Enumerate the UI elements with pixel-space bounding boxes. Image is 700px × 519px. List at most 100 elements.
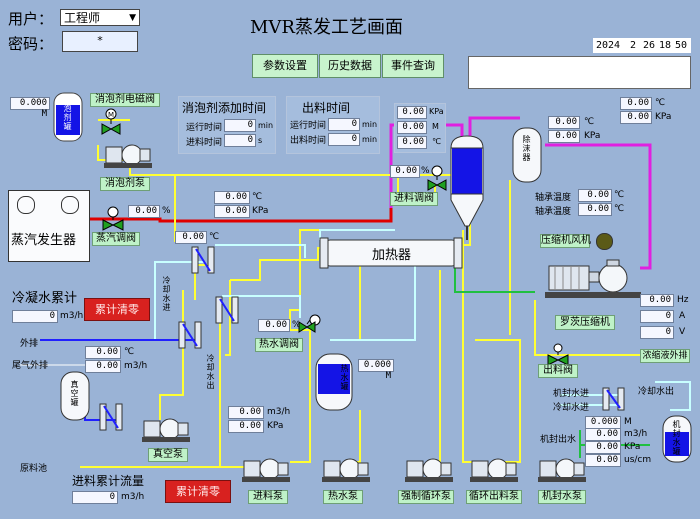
- feed-pump[interactable]: [242, 455, 292, 487]
- demister-pressure-unit: KPa: [584, 131, 601, 141]
- seal-water-pump-label: 机封水泵: [538, 490, 586, 504]
- condensate-clear-button[interactable]: 累计清零: [84, 298, 150, 321]
- tail-gas-label: 尾气外排: [12, 361, 49, 371]
- seal-water-pump[interactable]: [538, 455, 588, 487]
- discharge-run-time-value[interactable]: 0: [328, 118, 360, 131]
- defoamer-feed-time-value[interactable]: 0: [224, 134, 256, 147]
- feed-pump-flow: 0.00: [228, 406, 264, 419]
- steam-pressure: 0.00: [214, 205, 250, 218]
- defoamer-time-title: 消泡剂添加时间: [182, 101, 267, 115]
- top-temp-unit: ℃: [655, 98, 666, 108]
- feed-total-clear-button[interactable]: 累计清零: [165, 480, 231, 503]
- evaporator-pressure: 0.00: [397, 106, 427, 119]
- hot-water-control-valve[interactable]: [297, 312, 325, 338]
- concentrate-discharge-label: 浓缩液外排: [640, 349, 690, 363]
- pipe-yellow-1: [129, 160, 195, 242]
- page-title: MVR蒸发工艺画面: [250, 17, 403, 38]
- date-month: 2: [630, 40, 637, 51]
- vacuum-temp: 0.00: [85, 346, 121, 359]
- circulation-discharge-pump[interactable]: [470, 455, 520, 487]
- compressor-label: 罗茨压缩机: [555, 315, 615, 330]
- hot-water-valve-value: 0.00: [258, 319, 290, 332]
- demister-label: 除沫器: [522, 135, 531, 162]
- vacuum-temp-unit: ℃: [124, 347, 135, 357]
- plate-exchanger-3[interactable]: [175, 320, 205, 350]
- heater-label: 加热器: [372, 248, 412, 263]
- seal-water-flow: 0.00: [585, 428, 621, 441]
- defoamer-feed-time-unit: s: [258, 136, 263, 145]
- cooling-water-out-label: 冷却水出: [206, 354, 215, 390]
- raw-material-tank-label: 原料池: [20, 464, 48, 474]
- plate-exchanger-2[interactable]: [212, 295, 242, 325]
- evaporator-temp: 0.00: [397, 136, 427, 149]
- defoamer-solenoid-valve[interactable]: M: [100, 107, 122, 135]
- vacuum-flow-unit: m3/h: [124, 361, 148, 371]
- seal-water-out-label: 机封出水: [540, 435, 577, 445]
- defoamer-feed-time-label: 进料时间: [186, 138, 223, 148]
- seal-water-pressure: 0.00: [585, 441, 621, 454]
- datetime-display: 2024 2 26 18 50: [593, 38, 691, 53]
- history-data-button[interactable]: 历史数据: [319, 54, 381, 78]
- evaporator-temp-unit: ℃: [432, 137, 441, 146]
- time-hour: 18: [659, 40, 672, 51]
- evaporator-level-unit: M: [432, 122, 439, 131]
- compressor-current-unit: A: [679, 311, 686, 321]
- chevron-down-icon: ▼: [129, 13, 136, 23]
- vacuum-plate-exchanger[interactable]: [96, 402, 126, 432]
- time-minute: 50: [675, 40, 688, 51]
- forced-circulation-pump[interactable]: [405, 455, 455, 487]
- discharge-valve-label: 出料阀: [538, 364, 578, 378]
- hot-water-pump[interactable]: [322, 455, 372, 487]
- vacuum-pump[interactable]: [142, 415, 192, 447]
- defoamer-run-time-unit: min: [258, 121, 274, 130]
- evaporator-vessel[interactable]: [447, 134, 487, 244]
- date-day: 26: [643, 40, 656, 51]
- feed-pump-label: 进料泵: [248, 490, 288, 504]
- vacuum-tank-label: 真空罐: [70, 380, 79, 407]
- compressor-fan-indicator: [596, 233, 613, 250]
- feed-pump-flow-unit: m3/h: [267, 407, 291, 417]
- user-select[interactable]: 工程师 ▼: [60, 9, 140, 26]
- password-field[interactable]: *: [62, 31, 138, 52]
- user-label: 用户：: [8, 10, 54, 28]
- defoamer-tank-level: 0.000 M: [10, 97, 50, 119]
- vacuum-outlet-label: 外排: [20, 339, 39, 349]
- feed-valve-value: 0.00: [390, 165, 420, 178]
- steam-generator[interactable]: 蒸汽发生器: [8, 190, 90, 262]
- param-settings-button[interactable]: 参数设置: [252, 54, 318, 78]
- defoamer-run-time-value[interactable]: 0: [224, 119, 256, 132]
- event-query-button[interactable]: 事件查询: [382, 54, 444, 78]
- steam-control-valve[interactable]: [100, 206, 126, 232]
- message-box: [468, 56, 691, 89]
- discharge-run-time-label: 运行时间: [290, 121, 327, 131]
- roots-compressor[interactable]: [545, 258, 645, 308]
- gauge-icon: [17, 196, 35, 214]
- seal-water-tank-label: 机封水罐: [672, 420, 681, 456]
- svg-text:M: M: [108, 111, 114, 119]
- discharge-time-unit: min: [362, 135, 378, 144]
- evaporator-level: 0.00: [397, 121, 427, 134]
- feed-valve-label: 进料调阀: [390, 192, 438, 206]
- bearing-temp1-label: 轴承温度: [535, 193, 572, 203]
- demister-temp-unit: ℃: [584, 117, 595, 127]
- steam-valve-value: 0.00: [128, 205, 160, 218]
- steam-valve-unit: %: [162, 206, 171, 216]
- demister-temp: 0.00: [548, 116, 580, 129]
- hot-water-tank-level: 0.000 M: [358, 359, 394, 381]
- seal-water-level-unit: M: [624, 417, 632, 427]
- discharge-run-time-unit: min: [362, 120, 378, 129]
- steam-generator-label: 蒸汽发生器: [11, 233, 77, 248]
- defoamer-pump[interactable]: [104, 141, 154, 171]
- bearing-temp1-value: 0.00: [578, 189, 612, 202]
- user-select-value: 工程师: [64, 11, 101, 25]
- compressor-freq: 0.00: [640, 294, 674, 307]
- circulation-discharge-pump-label: 循环出料泵: [466, 490, 522, 504]
- top-pressure: 0.00: [620, 111, 652, 124]
- feed-control-valve[interactable]: [425, 165, 449, 191]
- discharge-time-value[interactable]: 0: [328, 133, 360, 146]
- plate-exchanger-1[interactable]: [188, 245, 218, 275]
- seal-plate-exchanger[interactable]: [600, 386, 628, 412]
- condensate-flow-unit: m3/h: [60, 311, 84, 321]
- mvr-hmi-screen: 用户： 工程师 ▼ 密码： * MVR蒸发工艺画面 参数设置 历史数据 事件查询…: [0, 0, 700, 519]
- steam-temp: 0.00: [214, 191, 250, 204]
